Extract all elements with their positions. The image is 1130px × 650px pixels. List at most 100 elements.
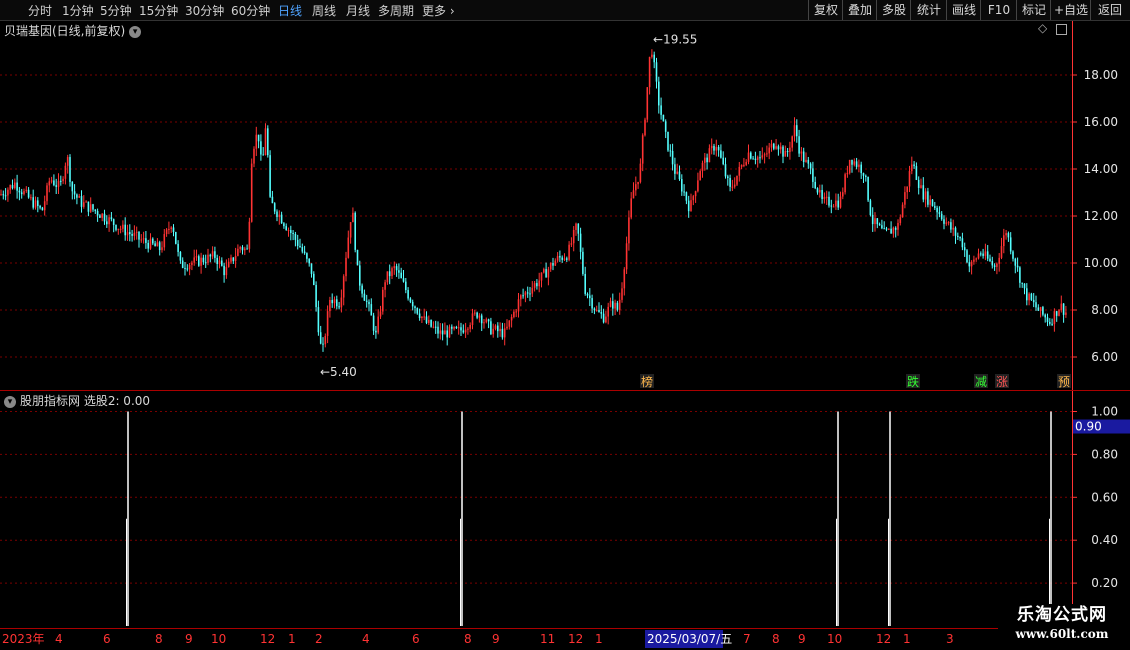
candle-body (630, 198, 632, 218)
candle-body (1009, 237, 1012, 252)
toolbar-button[interactable]: 叠加 (842, 0, 877, 20)
candle-body (490, 321, 492, 335)
candle-body (400, 272, 402, 279)
period-tab[interactable]: 多周期 (378, 2, 414, 19)
toolbar-button[interactable]: +自选 (1050, 0, 1091, 20)
candle-body (547, 269, 550, 278)
period-tab[interactable]: 5分钟 (100, 2, 132, 19)
period-tab[interactable]: 15分钟 (139, 2, 178, 19)
candle-body (1026, 288, 1028, 301)
candle-body (108, 217, 110, 225)
candle-body (920, 185, 922, 188)
candle-body (773, 143, 775, 149)
candle-body (878, 224, 881, 226)
candle-body (124, 224, 126, 236)
candlestick-chart: ←19.55 ←5.40 榜 跌 减涨 预 (0, 33, 1072, 391)
candle-body (589, 295, 591, 299)
candle-body (830, 205, 833, 207)
candle-body (168, 228, 170, 230)
candle-body (260, 141, 262, 155)
toolbar-button[interactable]: 复权 (808, 0, 843, 20)
candle-body (80, 196, 83, 207)
candle-body (315, 284, 317, 308)
candle-body (694, 191, 697, 197)
candle-body (812, 168, 814, 182)
period-tab[interactable]: 更多 › (422, 2, 455, 19)
period-tab[interactable]: 分时 (28, 2, 52, 19)
candle-body (464, 329, 467, 333)
candle-body (437, 326, 439, 334)
date-label: 12 (260, 632, 275, 646)
candle-body (687, 200, 690, 212)
candle-body (276, 211, 278, 217)
candle-body (1060, 303, 1063, 310)
candle-body (1021, 282, 1023, 284)
candle-body (250, 163, 253, 222)
candle-body (975, 258, 977, 260)
candle-body (842, 192, 844, 197)
period-tab[interactable]: 30分钟 (185, 2, 224, 19)
candle-body (860, 164, 862, 174)
toolbar-button[interactable]: F10 (980, 0, 1017, 20)
candle-body (625, 243, 628, 270)
candle-body (287, 230, 290, 232)
candle-body (540, 272, 543, 281)
candle-body (563, 258, 566, 260)
candle-body (257, 134, 260, 142)
candle-body (198, 256, 200, 266)
period-tab[interactable]: 月线 (346, 2, 370, 19)
candle-body (363, 293, 366, 301)
candle-body (892, 227, 895, 234)
candle-body (871, 214, 874, 225)
candle-body (867, 176, 869, 201)
candle-body (692, 196, 695, 201)
candle-body (821, 189, 823, 199)
candle-body (556, 256, 559, 261)
candle-body (639, 163, 642, 182)
candle-body (1039, 307, 1042, 311)
candle-body (501, 328, 504, 338)
candle-body (729, 177, 731, 187)
candle-body (474, 312, 476, 314)
candle-body (313, 273, 315, 285)
candle-body (715, 146, 718, 151)
candle-body (922, 185, 925, 200)
candle-body (283, 223, 285, 227)
candle-body (832, 206, 835, 208)
candle-body (405, 281, 407, 291)
candle-body (1028, 293, 1030, 301)
candle-body (1019, 267, 1021, 283)
candle-body (356, 249, 359, 266)
toolbar-button[interactable]: 多股 (876, 0, 911, 20)
candle-body (271, 196, 274, 204)
candle-body (531, 287, 534, 294)
date-label: 8 (772, 632, 780, 646)
candle-body (103, 213, 106, 222)
axis-tick-label: 6.00 (1091, 350, 1118, 364)
candle-body (641, 135, 644, 164)
candle-body (0, 194, 2, 196)
candle-body (704, 157, 706, 163)
candle-body (92, 204, 94, 210)
toolbar-button[interactable]: 画线 (946, 0, 981, 20)
candle-body (837, 200, 839, 208)
toolbar-button[interactable]: 标记 (1016, 0, 1051, 20)
candle-body (766, 153, 768, 155)
candle-body (750, 152, 752, 159)
candle-body (671, 150, 674, 165)
candle-body (648, 56, 651, 88)
candle-body (43, 201, 46, 211)
toolbar-button[interactable]: 统计 (910, 0, 947, 20)
candle-body (448, 326, 451, 338)
candle-body (945, 222, 948, 224)
candle-body (55, 185, 57, 187)
axis-tick-label: 18.00 (1084, 68, 1118, 82)
period-tab[interactable]: 60分钟 (231, 2, 270, 19)
candle-body (966, 250, 968, 263)
candle-body (23, 190, 25, 195)
period-tab[interactable]: 周线 (312, 2, 336, 19)
toolbar-button[interactable]: 返回 (1090, 0, 1129, 20)
period-tab[interactable]: 日线 (278, 2, 302, 19)
date-label: 4 (362, 632, 370, 646)
period-tab[interactable]: 1分钟 (62, 2, 94, 19)
